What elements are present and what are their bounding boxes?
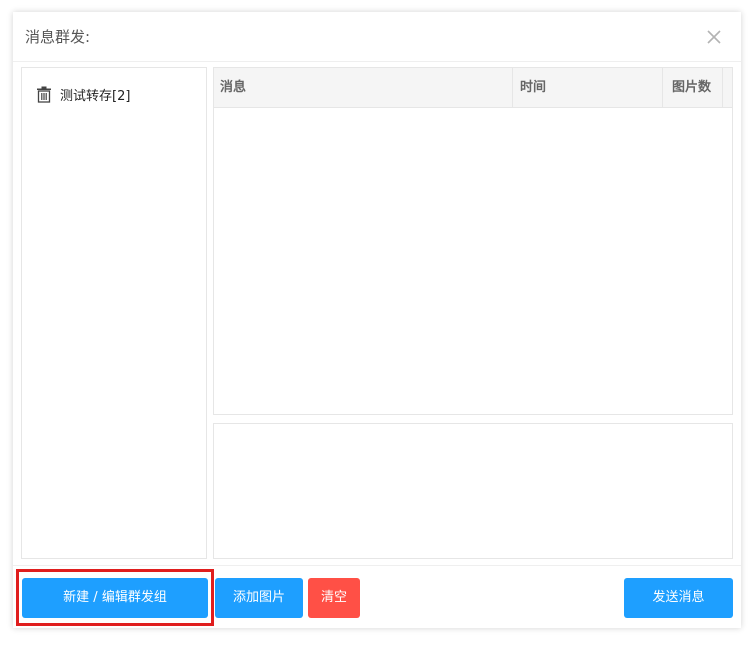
mass-message-dialog: 消息群发: 测试转存[2] 消息 时间 图片数 新建 / 编辑群发组 添加图片 … bbox=[13, 12, 741, 628]
new-edit-group-button[interactable]: 新建 / 编辑群发组 bbox=[22, 578, 208, 618]
group-item[interactable]: 测试转存[2] bbox=[36, 84, 130, 104]
message-input-panel bbox=[213, 423, 733, 559]
send-message-button[interactable]: 发送消息 bbox=[624, 578, 733, 618]
column-header-time: 时间 bbox=[520, 80, 547, 95]
column-divider[interactable] bbox=[662, 68, 663, 108]
trash-icon[interactable] bbox=[36, 86, 52, 103]
group-list-panel: 测试转存[2] bbox=[21, 67, 207, 559]
column-divider[interactable] bbox=[722, 68, 723, 108]
message-table: 消息 时间 图片数 bbox=[213, 67, 733, 415]
column-header-message: 消息 bbox=[220, 80, 247, 95]
group-item-label: 测试转存[2] bbox=[60, 88, 131, 104]
message-input[interactable] bbox=[214, 424, 732, 558]
add-image-button[interactable]: 添加图片 bbox=[215, 578, 303, 618]
clear-button[interactable]: 清空 bbox=[308, 578, 360, 618]
table-header: 消息 时间 图片数 bbox=[214, 68, 732, 108]
dialog-title: 消息群发: bbox=[25, 28, 91, 46]
column-divider[interactable] bbox=[512, 68, 513, 108]
dialog-header: 消息群发: bbox=[13, 12, 741, 62]
footer-divider bbox=[13, 565, 741, 566]
close-icon bbox=[707, 30, 721, 44]
close-button[interactable] bbox=[703, 26, 725, 48]
column-header-image-count: 图片数 bbox=[672, 80, 712, 95]
